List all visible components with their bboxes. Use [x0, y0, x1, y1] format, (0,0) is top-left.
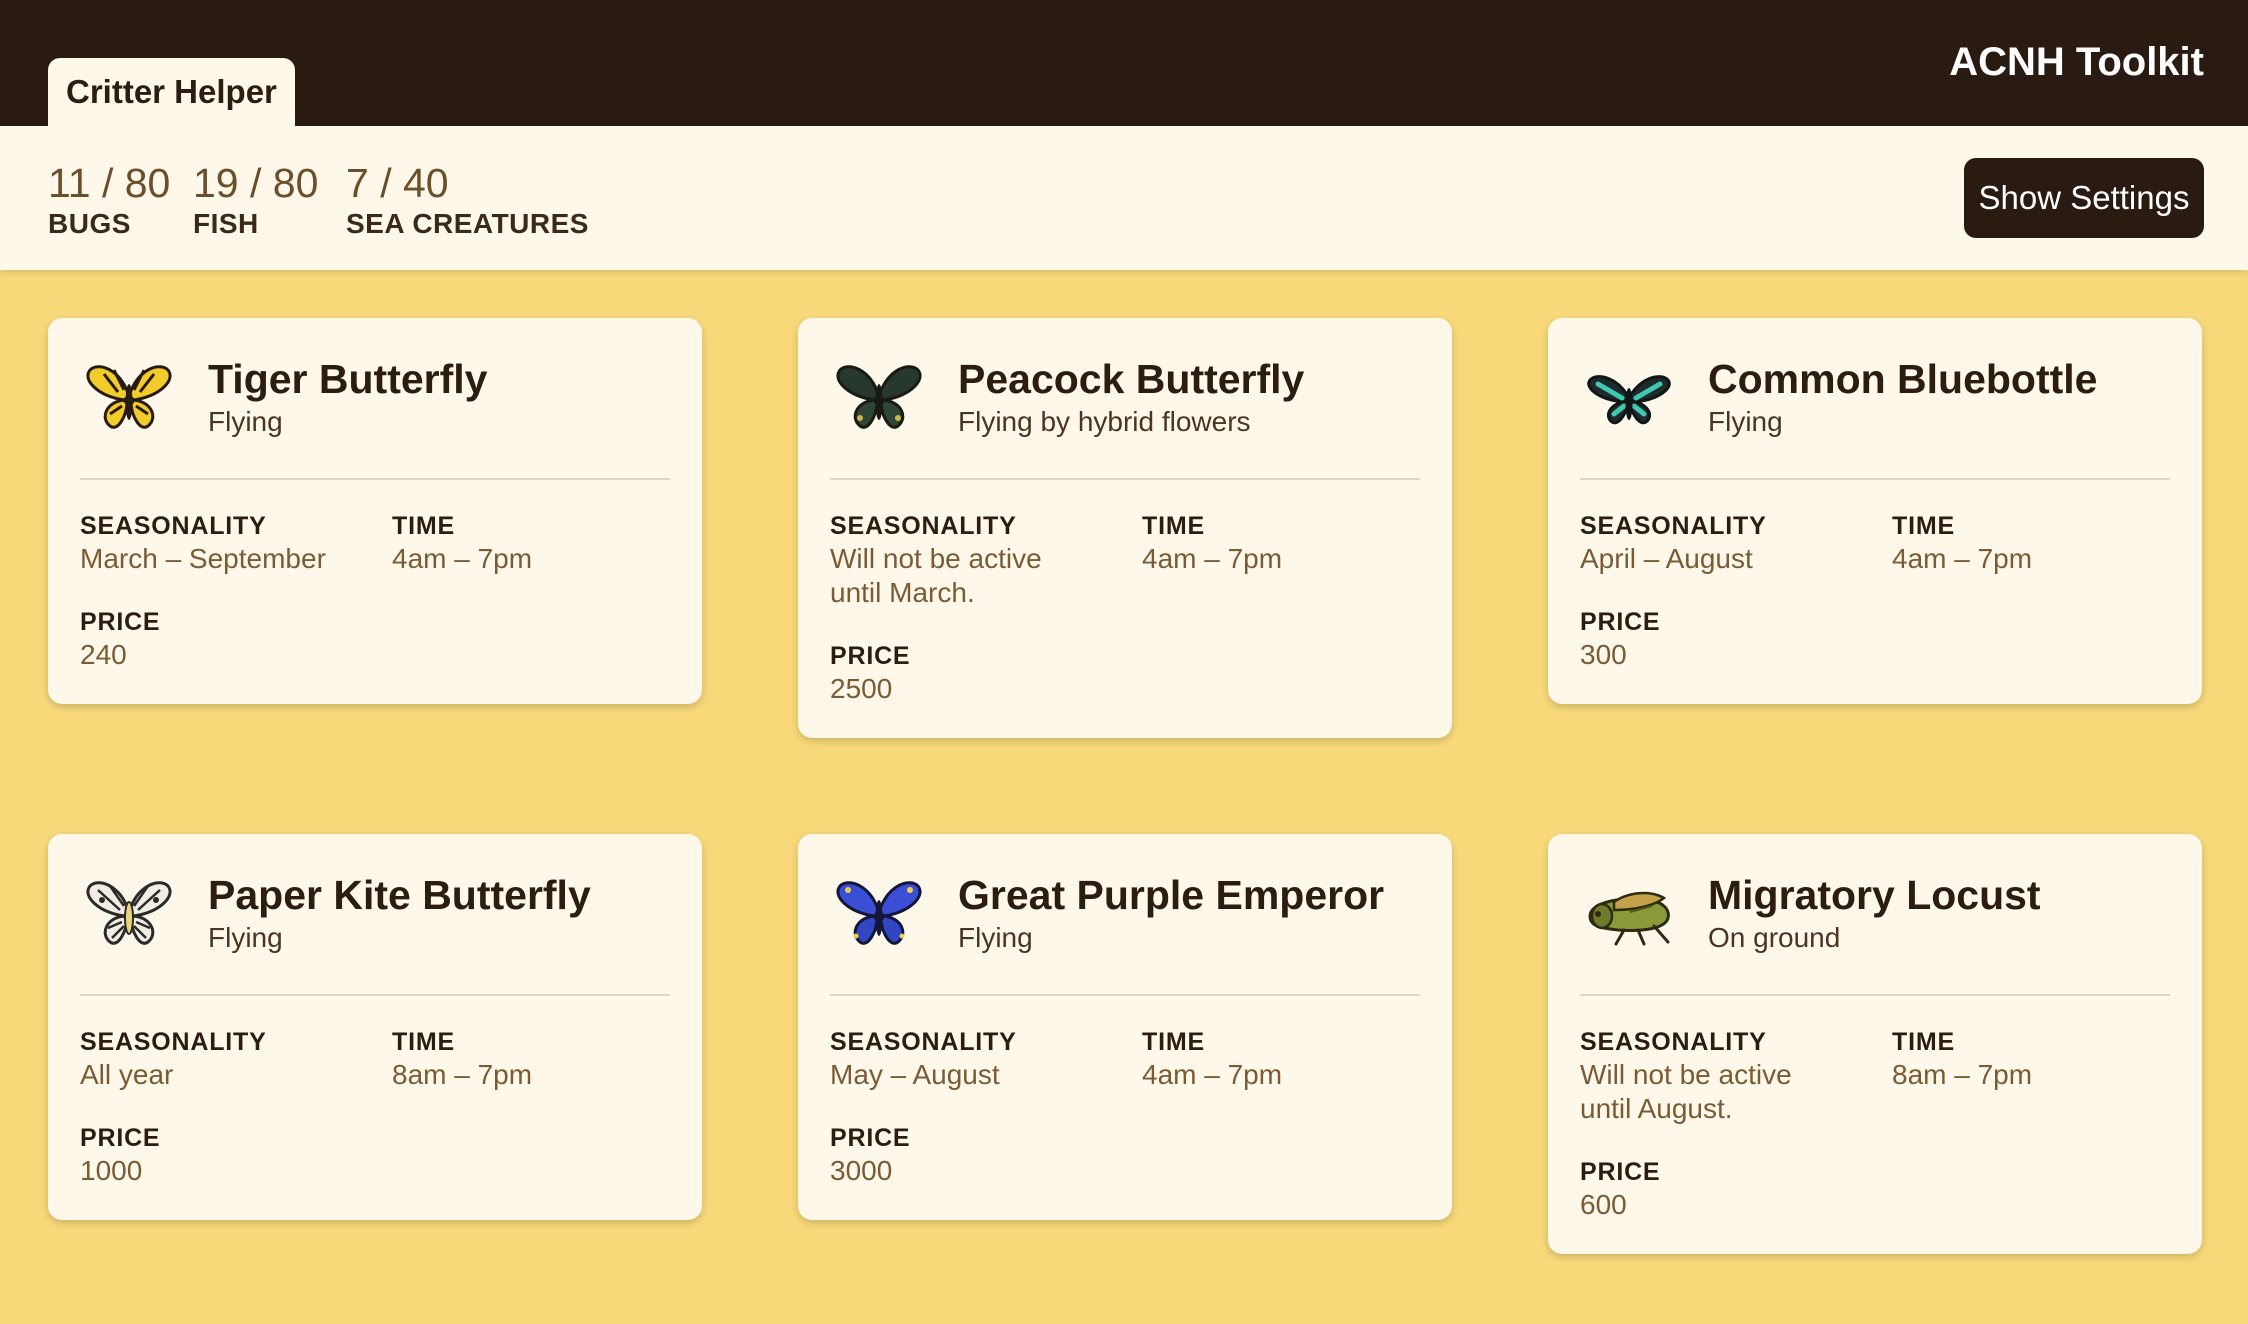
price-label: PRICE — [1580, 608, 1661, 636]
seasonality-value: March – September — [80, 543, 326, 574]
time-value: 8am – 7pm — [1892, 1059, 2033, 1090]
stat-fish: 19 / 80 FISH — [193, 160, 318, 240]
critter-name: Peacock Butterfly — [958, 356, 1305, 402]
price-value: 240 — [80, 639, 127, 670]
stat-label: SEA CREATURES — [346, 208, 589, 239]
price-label: PRICE — [80, 608, 161, 636]
critter-location: Flying — [958, 922, 1033, 953]
top-bar: Critter Helper ACNH Toolkit — [0, 0, 2248, 126]
critter-card[interactable]: Migratory Locust On ground SEASONALITY W… — [1548, 834, 2202, 1254]
price-value: 3000 — [830, 1155, 893, 1186]
critter-location: Flying — [208, 922, 283, 953]
stat-count: 11 / 80 — [48, 160, 171, 206]
time-value: 4am – 7pm — [1892, 543, 2033, 574]
critter-card[interactable]: Great Purple Emperor Flying SEASONALITY … — [798, 834, 1452, 1220]
critter-card[interactable]: Peacock Butterfly Flying by hybrid flowe… — [798, 318, 1452, 738]
time-label: TIME — [1142, 512, 1205, 540]
time-label: TIME — [392, 1028, 455, 1056]
migratory-locust-icon — [1588, 891, 1670, 946]
stat-label: BUGS — [48, 208, 131, 239]
critter-card[interactable]: Common Bluebottle Flying SEASONALITY Apr… — [1548, 318, 2202, 704]
stat-count: 19 / 80 — [193, 160, 319, 206]
time-label: TIME — [1892, 1028, 1955, 1056]
great-purple-emperor-icon — [836, 881, 922, 945]
seasonality-value: April – August — [1580, 543, 1753, 574]
stat-sea-creatures: 7 / 40 SEA CREATURES — [346, 160, 589, 240]
critter-location: Flying — [208, 406, 283, 437]
stat-count: 7 / 40 — [346, 160, 449, 206]
seasonality-label: SEASONALITY — [830, 512, 1017, 540]
seasonality-label: SEASONALITY — [830, 1028, 1017, 1056]
seasonality-label: SEASONALITY — [80, 1028, 267, 1056]
tiger-butterfly-icon — [86, 365, 172, 429]
seasonality-value: Will not be active until March. — [830, 543, 1042, 608]
seasonality-value: All year — [80, 1059, 174, 1090]
critter-card[interactable]: Tiger Butterfly Flying SEASONALITY March… — [48, 318, 702, 704]
critter-location: Flying by hybrid flowers — [958, 406, 1251, 437]
seasonality-label: SEASONALITY — [1580, 512, 1767, 540]
time-label: TIME — [392, 512, 455, 540]
critter-name: Great Purple Emperor — [958, 872, 1385, 918]
show-settings-button[interactable]: Show Settings — [1964, 158, 2204, 238]
seasonality-value: Will not be active until August. — [1580, 1059, 1792, 1124]
app-title: ACNH Toolkit — [1949, 40, 2204, 84]
critter-name: Migratory Locust — [1708, 872, 2041, 918]
time-label: TIME — [1892, 512, 1955, 540]
stats-bar: 11 / 80 BUGS 19 / 80 FISH 7 / 40 SEA CRE… — [0, 126, 2248, 270]
critter-name: Tiger Butterfly — [208, 356, 488, 402]
price-label: PRICE — [1580, 1158, 1661, 1186]
critter-name: Paper Kite Butterfly — [208, 872, 591, 918]
card-divider — [1580, 994, 2170, 996]
price-value: 300 — [1580, 639, 1627, 670]
stat-label: FISH — [193, 208, 259, 239]
stat-bugs: 11 / 80 BUGS — [48, 160, 170, 240]
price-value: 1000 — [80, 1155, 143, 1186]
card-divider — [80, 994, 670, 996]
seasonality-label: SEASONALITY — [80, 512, 267, 540]
time-value: 4am – 7pm — [1142, 1059, 1283, 1090]
time-value: 4am – 7pm — [392, 543, 533, 574]
time-value: 8am – 7pm — [392, 1059, 533, 1090]
price-value: 2500 — [830, 673, 893, 704]
peacock-butterfly-icon — [836, 365, 922, 429]
time-label: TIME — [1142, 1028, 1205, 1056]
price-label: PRICE — [830, 642, 911, 670]
common-bluebottle-icon — [1587, 375, 1671, 425]
time-value: 4am – 7pm — [1142, 543, 1283, 574]
price-label: PRICE — [80, 1124, 161, 1152]
seasonality-value: May – August — [830, 1059, 1000, 1090]
card-divider — [1580, 478, 2170, 480]
price-value: 600 — [1580, 1189, 1627, 1220]
critter-card[interactable]: Paper Kite Butterfly Flying SEASONALITY … — [48, 834, 702, 1220]
card-divider — [830, 478, 1420, 480]
card-divider — [830, 994, 1420, 996]
critter-location: On ground — [1708, 922, 1841, 953]
paper-kite-butterfly-icon — [86, 881, 172, 945]
critter-location: Flying — [1708, 406, 1783, 437]
card-divider — [80, 478, 670, 480]
price-label: PRICE — [830, 1124, 911, 1152]
seasonality-label: SEASONALITY — [1580, 1028, 1767, 1056]
critter-name: Common Bluebottle — [1708, 356, 2098, 402]
tab-critter-helper[interactable]: Critter Helper — [48, 58, 295, 126]
